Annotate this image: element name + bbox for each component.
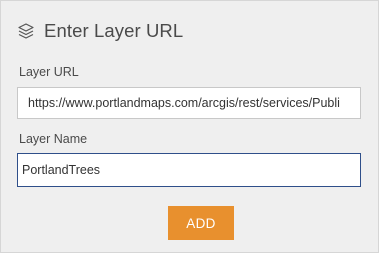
panel-header: Enter Layer URL <box>17 18 183 44</box>
layer-url-label: Layer URL <box>19 65 79 79</box>
add-button[interactable]: ADD <box>168 206 234 240</box>
layers-icon <box>17 22 35 40</box>
layer-url-input[interactable] <box>17 87 361 119</box>
layer-name-label: Layer Name <box>19 132 88 146</box>
layer-name-input[interactable] <box>17 153 361 187</box>
enter-layer-url-panel: Enter Layer URL Layer URL Layer Name ADD <box>0 0 379 253</box>
panel-title: Enter Layer URL <box>44 20 184 41</box>
